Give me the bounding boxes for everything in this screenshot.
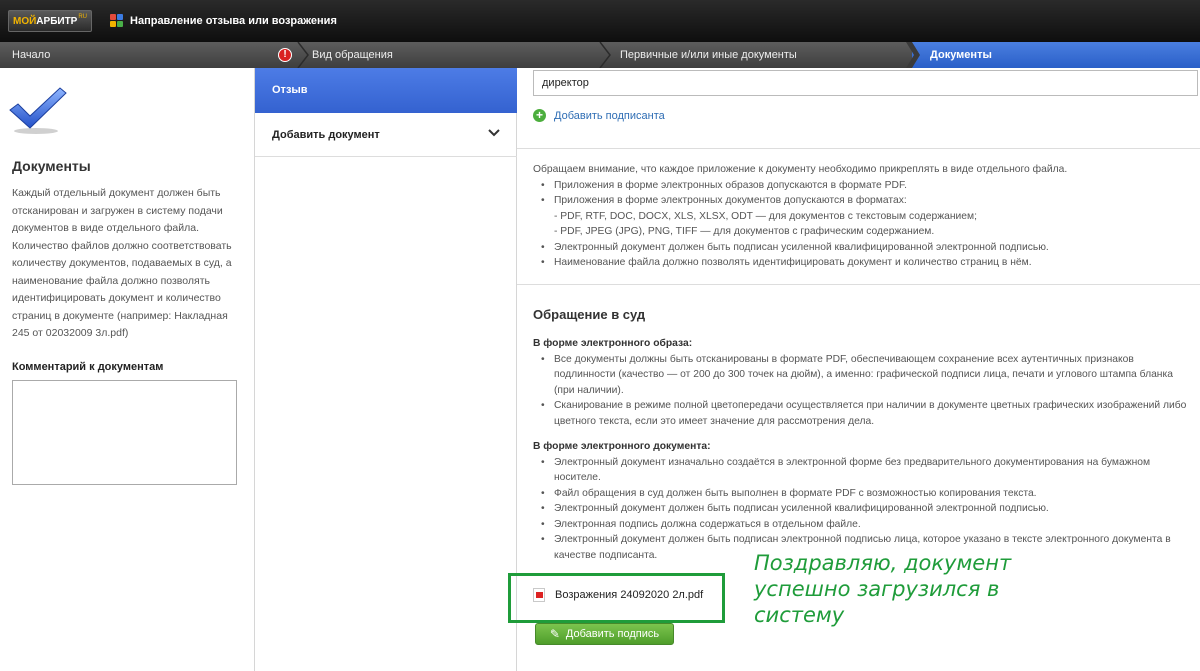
doc-form-title: В форме электронного документа: [533,441,711,452]
requirement-item: Сканирование в режиме полной цветопереда… [533,398,1193,429]
checkmark-icon [9,87,67,134]
chevron-down-icon [488,129,500,137]
comment-label: Комментарий к документам [12,361,164,373]
signer-position-input[interactable] [533,70,1198,96]
requirement-item: Электронный документ должен быть подписа… [533,501,1193,517]
app-title: Направление отзыва или возражения [130,15,337,27]
add-signer-link[interactable]: + Добавить подписанта [533,109,665,122]
add-signature-label: Добавить подпись [565,628,660,640]
notice-item: Приложения в форме электронных образов д… [533,178,1193,194]
step-separator-icon [906,42,920,68]
error-icon: ! [278,48,292,62]
requirement-item: Все документы должны быть отсканированы … [533,352,1193,399]
requirement-item: Электронная подпись должна содержаться в… [533,517,1193,533]
app-logo[interactable]: МОЙ АРБИТР RU [8,10,93,32]
step-separator-icon [599,42,611,68]
step-primary-documents[interactable]: Первичные и/или иные документы [620,42,797,68]
people-icon [110,14,124,28]
add-document-label: Добавить документ [272,129,380,141]
divider [517,148,1200,149]
comment-textarea[interactable] [12,380,237,485]
document-nav: Отзыв Добавить документ [255,68,517,671]
court-section-title: Обращение в суд [533,307,646,322]
court-requirements: В форме электронного образа: Все докумен… [533,336,1193,563]
attachment-notice: Обращаем внимание, что каждое приложение… [533,162,1193,271]
notice-item: Приложения в форме электронных документо… [533,193,1193,209]
notice-subitem: - PDF, JPEG (JPG), PNG, TIFF — для докум… [554,226,935,237]
step-separator-icon [297,42,309,68]
step-request-type[interactable]: Вид обращения [312,42,393,68]
requirement-item: Электронный документ изначально создаётс… [533,455,1193,486]
add-signature-button[interactable]: ✎ Добавить подпись [535,623,674,645]
divider [517,284,1200,285]
highlight-frame [508,573,725,623]
section-title: Документы [12,158,91,174]
notice-item: Наименование файла должно позволять иден… [533,255,1193,271]
notice-subitem: - PDF, RTF, DOC, DOCX, XLS, XLSX, ODT — … [554,210,977,222]
logo-suffix: RU [78,14,88,20]
image-form-title: В форме электронного образа: [533,338,693,349]
step-start[interactable]: Начало [12,42,50,68]
logo-main: МОЙ [13,15,37,27]
wizard-stepper: Начало ! Вид обращения Первичные и/или и… [0,42,1200,68]
step-documents[interactable]: Документы [930,42,992,68]
top-bar: МОЙ АРБИТР RU Направление отзыва или воз… [0,0,1200,42]
notice-item: Электронный документ должен быть подписа… [533,240,1193,256]
success-annotation: Поздравляю, документ успешно загрузился … [754,551,1012,627]
add-signer-label: Добавить подписанта [554,109,665,122]
plus-circle-icon: + [533,109,546,122]
requirement-item: Файл обращения в суд должен быть выполне… [533,486,1193,502]
nav-item-review[interactable]: Отзыв [255,68,517,113]
notice-intro: Обращаем внимание, что каждое приложение… [533,164,1068,175]
add-document-dropdown[interactable]: Добавить документ [255,113,517,157]
section-description: Каждый отдельный документ должен быть от… [12,187,232,339]
logo-second: АРБИТР [36,15,78,27]
pencil-icon: ✎ [549,627,560,641]
left-sidebar: Документы Каждый отдельный документ долж… [0,68,255,671]
